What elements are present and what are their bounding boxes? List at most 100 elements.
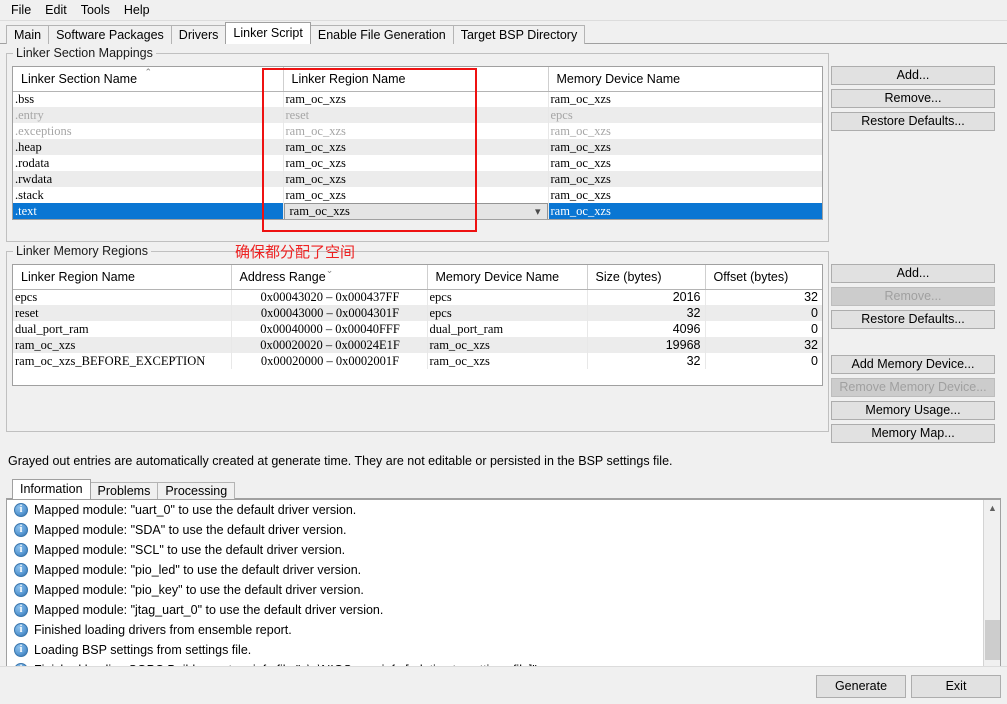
table-row[interactable]: .bss ram_oc_xzs ram_oc_xzs (13, 91, 822, 107)
cell-region-name: ram_oc_xzs (283, 187, 549, 203)
log-entry: i Mapped module: "SCL" to use the defaul… (7, 540, 1000, 560)
log-entry: i Mapped module: "SDA" to use the defaul… (7, 520, 1000, 540)
remove-section-button[interactable]: Remove... (831, 89, 995, 108)
linker-memory-regions-table[interactable]: Linker Region Name ⌄ Address Range Memor… (12, 264, 823, 386)
tab-target-bsp-directory[interactable]: Target BSP Directory (452, 25, 586, 44)
log-entry-text: Mapped module: "pio_key" to use the defa… (34, 583, 364, 597)
table-row[interactable]: .rwdata ram_oc_xzs ram_oc_xzs (13, 171, 822, 187)
log-entry-text: Finished loading drivers from ensemble r… (34, 623, 292, 637)
memory-map-button[interactable]: Memory Map... (831, 424, 995, 443)
cell-region-name: dual_port_ram (13, 321, 232, 337)
table-row[interactable]: reset 0x00043000 – 0x0004301F epcs 32 0 (13, 305, 822, 321)
table-row[interactable]: epcs 0x00043020 – 0x000437FF epcs 2016 3… (13, 289, 822, 305)
cell-size: 4096 (587, 321, 706, 337)
memory-usage-button[interactable]: Memory Usage... (831, 401, 995, 420)
cell-address-range: 0x00043000 – 0x0004301F (231, 305, 428, 321)
address-range-value: 0x00043000 – 0x0004301F (260, 305, 400, 320)
info-icon: i (14, 563, 28, 577)
table-row[interactable]: .rodata ram_oc_xzs ram_oc_xzs (13, 155, 822, 171)
tab-processing[interactable]: Processing (157, 482, 236, 499)
offset-value: 0 (811, 354, 818, 368)
cell-region-name: ram_oc_xzs (283, 155, 549, 171)
chevron-down-icon[interactable]: ▾ (535, 205, 541, 218)
menu-item-tools[interactable]: Tools (74, 1, 117, 19)
column-header-size-bytes[interactable]: Size (bytes) (587, 265, 706, 290)
table-header-row: ⌃ Linker Section Name Linker Region Name… (13, 67, 822, 92)
cell-address-range: 0x00020000 – 0x0002001F (231, 353, 428, 369)
cell-address-range: 0x00043020 – 0x000437FF (231, 289, 428, 305)
exit-button[interactable]: Exit (911, 675, 1001, 698)
menu-item-file[interactable]: File (4, 1, 38, 19)
info-icon: i (14, 623, 28, 637)
table-row[interactable]: dual_port_ram 0x00040000 – 0x00040FFF du… (13, 321, 822, 337)
cell-offset: 0 (705, 305, 822, 321)
info-icon: i (14, 583, 28, 597)
cell-section-name: .exceptions (13, 123, 284, 139)
generate-button[interactable]: Generate (816, 675, 906, 698)
remove-memory-device-button: Remove Memory Device... (831, 378, 995, 397)
table-row[interactable]: ram_oc_xzs_BEFORE_EXCEPTION 0x00020000 –… (13, 353, 822, 369)
column-header-label: Offset (bytes) (713, 269, 789, 284)
add-region-button[interactable]: Add... (831, 264, 995, 283)
restore-defaults-regions-button[interactable]: Restore Defaults... (831, 310, 995, 329)
cell-section-name: .text (13, 203, 284, 219)
offset-value: 32 (804, 290, 818, 305)
column-header-memory-device-name[interactable]: Memory Device Name (548, 67, 822, 92)
cell-region-name: reset (13, 305, 232, 321)
remove-region-button: Remove... (831, 287, 995, 306)
add-section-button[interactable]: Add... (831, 66, 995, 85)
region-name-combobox[interactable]: ram_oc_xzs ▾ (283, 203, 547, 219)
column-header-label: Linker Region Name (291, 71, 406, 86)
cell-section-name: .rodata (13, 155, 284, 171)
cell-device-name: ram_oc_xzs (427, 353, 588, 369)
tab-main[interactable]: Main (6, 25, 50, 44)
cell-offset: 32 (705, 337, 822, 353)
log-entry-text: Mapped module: "jtag_uart_0" to use the … (34, 603, 384, 617)
tab-linker-script[interactable]: Linker Script (225, 22, 311, 44)
column-header-address-range[interactable]: ⌄ Address Range (231, 265, 428, 290)
column-header-linker-section-name[interactable]: ⌃ Linker Section Name (13, 67, 284, 92)
table-row[interactable]: ram_oc_xzs 0x00020020 – 0x00024E1F ram_o… (13, 337, 822, 353)
cell-region-name: ram_oc_xzs (283, 123, 549, 139)
table-row-selected[interactable]: .text ram_oc_xzs ▾ ram_oc_xzs (13, 203, 822, 219)
table-row[interactable]: .exceptions ram_oc_xzs ram_oc_xzs (13, 123, 822, 139)
log-entry: i Loading BSP settings from settings fil… (7, 640, 1000, 660)
size-value: 19968 (665, 338, 701, 352)
main-tab-strip: Main Software Packages Drivers Linker Sc… (0, 21, 1007, 44)
log-entry-text: Mapped module: "uart_0" to use the defau… (34, 503, 357, 517)
address-range-value: 0x00020000 – 0x0002001F (260, 353, 400, 368)
cell-section-name: .stack (13, 187, 284, 203)
tab-drivers[interactable]: Drivers (170, 25, 227, 44)
offset-value: 32 (804, 338, 818, 352)
menu-item-edit[interactable]: Edit (38, 1, 74, 19)
size-value: 32 (686, 306, 701, 320)
log-entry-text: Mapped module: "pio_led" to use the defa… (34, 563, 362, 577)
tab-enable-file-generation[interactable]: Enable File Generation (309, 25, 454, 44)
linker-section-mappings-table[interactable]: ⌃ Linker Section Name Linker Region Name… (12, 66, 823, 220)
info-icon: i (14, 643, 28, 657)
grayed-entries-hint: Grayed out entries are automatically cre… (8, 454, 673, 468)
table-row[interactable]: .heap ram_oc_xzs ram_oc_xzs (13, 139, 822, 155)
cell-device-name: ram_oc_xzs (548, 171, 822, 187)
tab-information[interactable]: Information (12, 479, 91, 499)
cell-region-name: ram_oc_xzs (13, 337, 232, 353)
scrollbar-thumb[interactable] (985, 620, 1000, 660)
column-header-memory-device-name[interactable]: Memory Device Name (427, 265, 588, 290)
column-header-label: Linker Region Name (21, 269, 135, 284)
cell-size: 19968 (587, 337, 706, 353)
scroll-up-icon[interactable]: ▲ (984, 500, 1000, 517)
column-header-region-name[interactable]: Linker Region Name (13, 265, 232, 290)
cell-region-name-editor[interactable]: ram_oc_xzs ▾ (283, 203, 549, 219)
menu-item-help[interactable]: Help (117, 1, 157, 19)
cell-region-name: ram_oc_xzs (283, 91, 549, 107)
restore-defaults-sections-button[interactable]: Restore Defaults... (831, 112, 995, 131)
table-row[interactable]: .entry reset epcs (13, 107, 822, 123)
column-header-offset-bytes[interactable]: Offset (bytes) (705, 265, 822, 290)
add-memory-device-button[interactable]: Add Memory Device... (831, 355, 995, 374)
tab-software-packages[interactable]: Software Packages (48, 25, 172, 44)
cell-region-name: ram_oc_xzs_BEFORE_EXCEPTION (13, 353, 232, 369)
tab-problems[interactable]: Problems (89, 482, 159, 499)
log-tab-strip: Information Problems Processing (6, 479, 1001, 499)
column-header-linker-region-name[interactable]: Linker Region Name (283, 67, 549, 92)
table-row[interactable]: .stack ram_oc_xzs ram_oc_xzs (13, 187, 822, 203)
